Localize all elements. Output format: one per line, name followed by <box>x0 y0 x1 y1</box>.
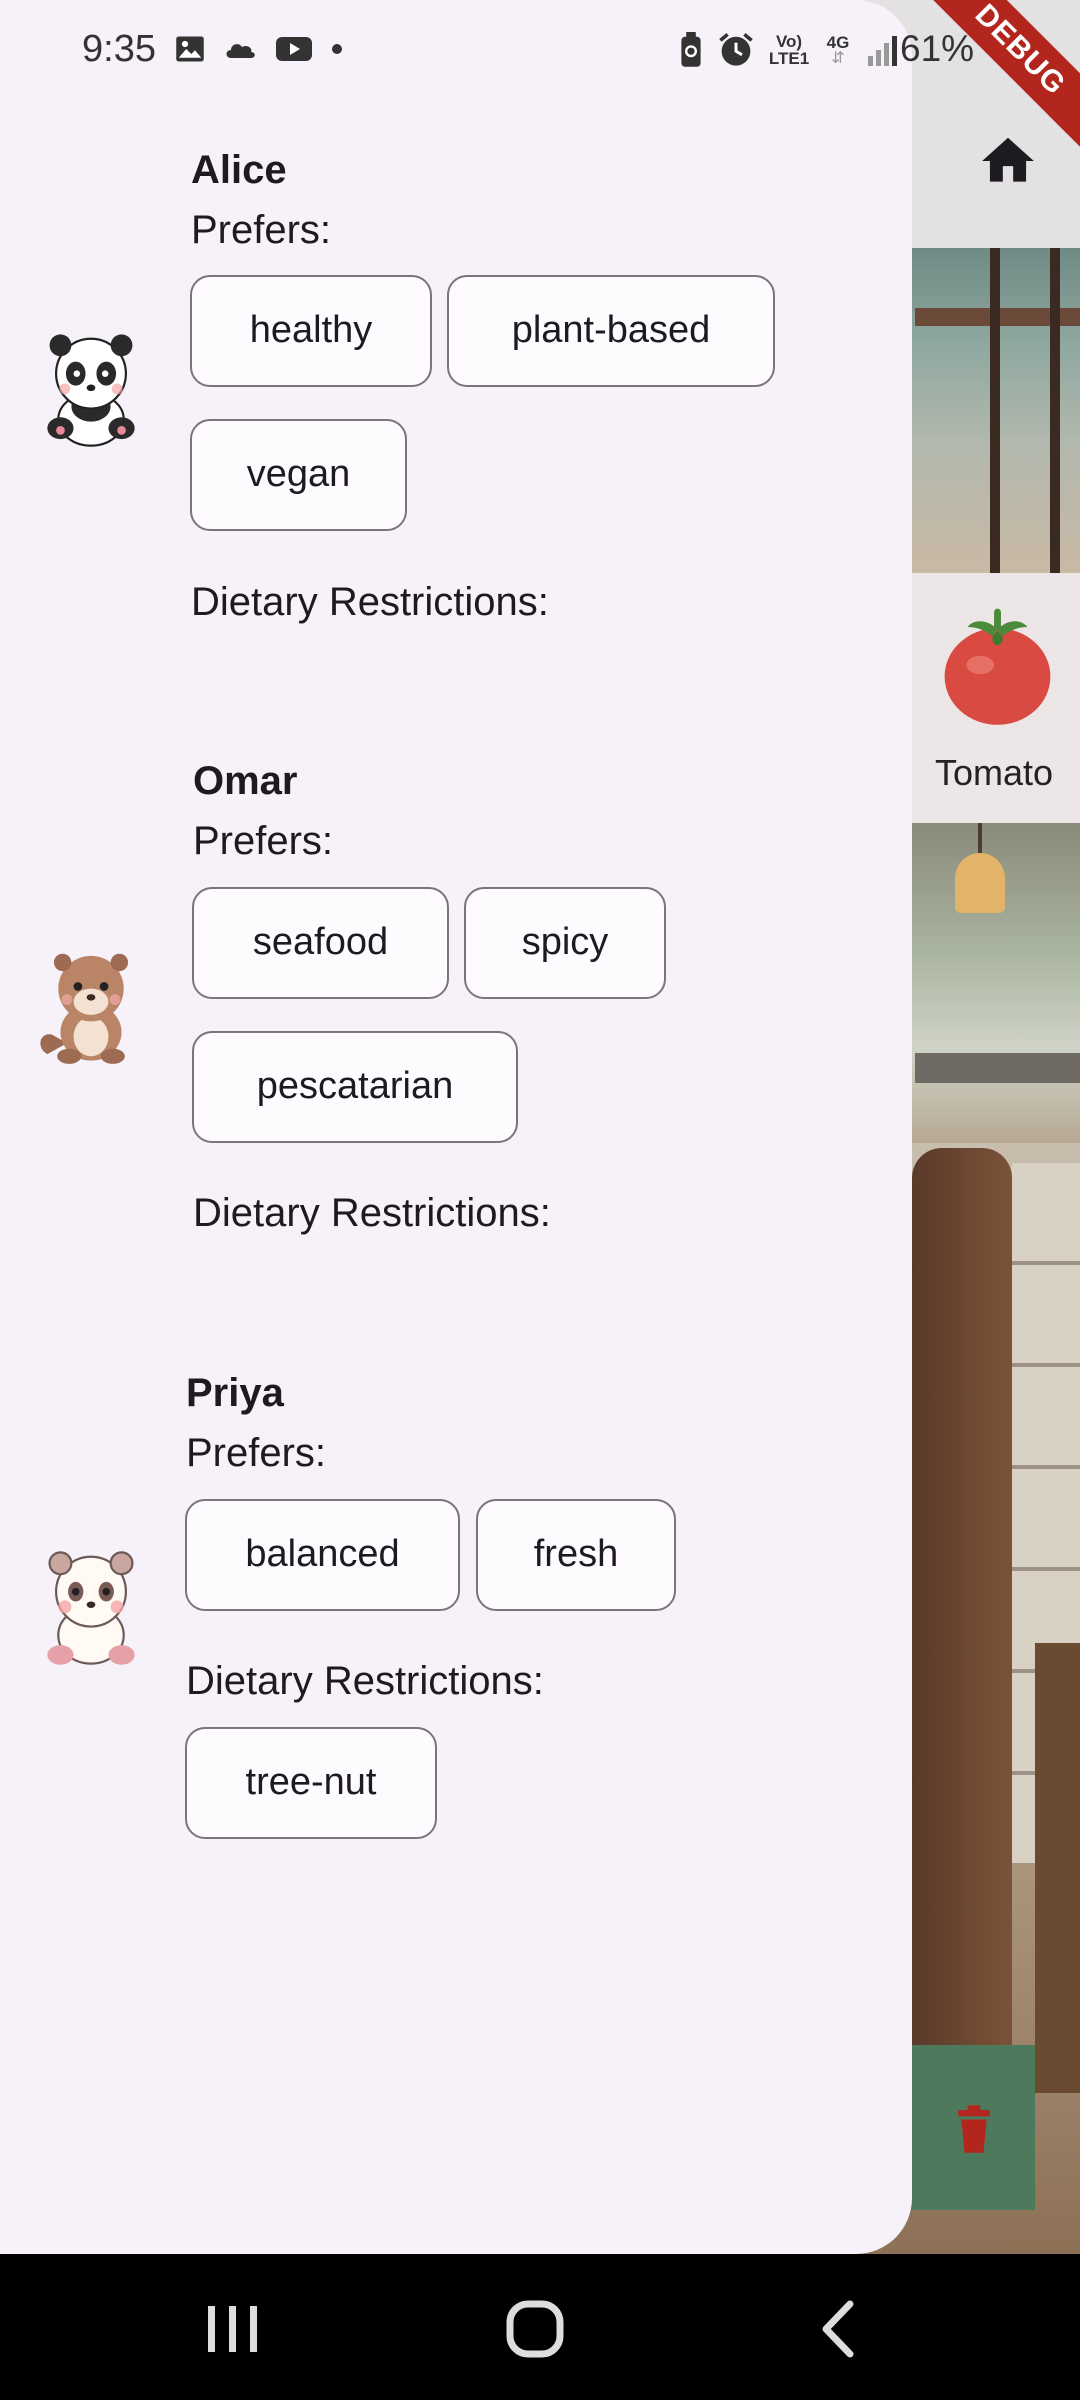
system-icons: Vo) LTE1 4G ⇵ <box>678 32 900 68</box>
delete-button[interactable] <box>905 2045 1035 2210</box>
signal-icon <box>868 36 897 66</box>
dietary-restrictions-label: Dietary Restrictions: <box>191 580 549 624</box>
member-name: Priya <box>186 1371 284 1415</box>
recent-apps-icon[interactable] <box>188 2284 278 2374</box>
preference-chip[interactable]: balanced <box>185 1499 460 1611</box>
preference-chip[interactable]: vegan <box>190 419 407 531</box>
cloud-icon <box>226 44 255 58</box>
4g-icon: 4G ⇵ <box>826 32 850 67</box>
preference-chip[interactable]: pescatarian <box>192 1031 518 1143</box>
bear-avatar-icon <box>47 1551 135 1665</box>
notification-icons <box>175 35 343 63</box>
tomato-icon <box>944 608 1051 725</box>
status-bar: 9:35 Vo) LTE1 4G ⇵ 61% <box>0 0 1080 100</box>
navigation-bar <box>0 2254 1080 2400</box>
preference-chip[interactable]: seafood <box>192 887 449 999</box>
battery-saver-icon <box>681 32 701 67</box>
preference-chip[interactable]: plant-based <box>447 275 775 387</box>
otter-avatar-icon <box>40 953 129 1064</box>
home-icon[interactable] <box>975 130 1041 192</box>
restriction-chip[interactable]: tree-nut <box>185 1727 437 1839</box>
prefers-label: Prefers: <box>193 819 334 863</box>
status-time: 9:35 <box>82 28 156 70</box>
preference-chip[interactable]: fresh <box>476 1499 676 1611</box>
alarm-icon <box>719 33 753 66</box>
trash-icon <box>958 2105 990 2153</box>
member-name: Alice <box>191 148 287 192</box>
preference-chip[interactable]: healthy <box>190 275 432 387</box>
prefers-label: Prefers: <box>186 1431 327 1475</box>
dietary-restrictions-label: Dietary Restrictions: <box>186 1659 544 1703</box>
battery-percentage: 61% <box>900 28 975 69</box>
member-name: Omar <box>193 759 298 803</box>
family-drawer: Alice Prefers: healthy plant-based vegan… <box>0 0 912 2254</box>
dietary-restrictions-label: Dietary Restrictions: <box>193 1191 551 1235</box>
ingredient-label: Tomato <box>935 752 1054 793</box>
back-icon[interactable] <box>792 2284 882 2374</box>
image-icon <box>176 36 204 62</box>
home-circle-icon[interactable] <box>490 2284 580 2374</box>
volte-icon: Vo) LTE1 <box>768 32 810 68</box>
panda-avatar-icon <box>47 334 135 447</box>
screen: Tomato DEBUG Alice Prefers: healthy plan… <box>0 0 1080 2400</box>
youtube-icon <box>276 37 312 61</box>
dot-icon <box>332 44 342 54</box>
prefers-label: Prefers: <box>191 208 332 252</box>
preference-chip[interactable]: spicy <box>464 887 666 999</box>
